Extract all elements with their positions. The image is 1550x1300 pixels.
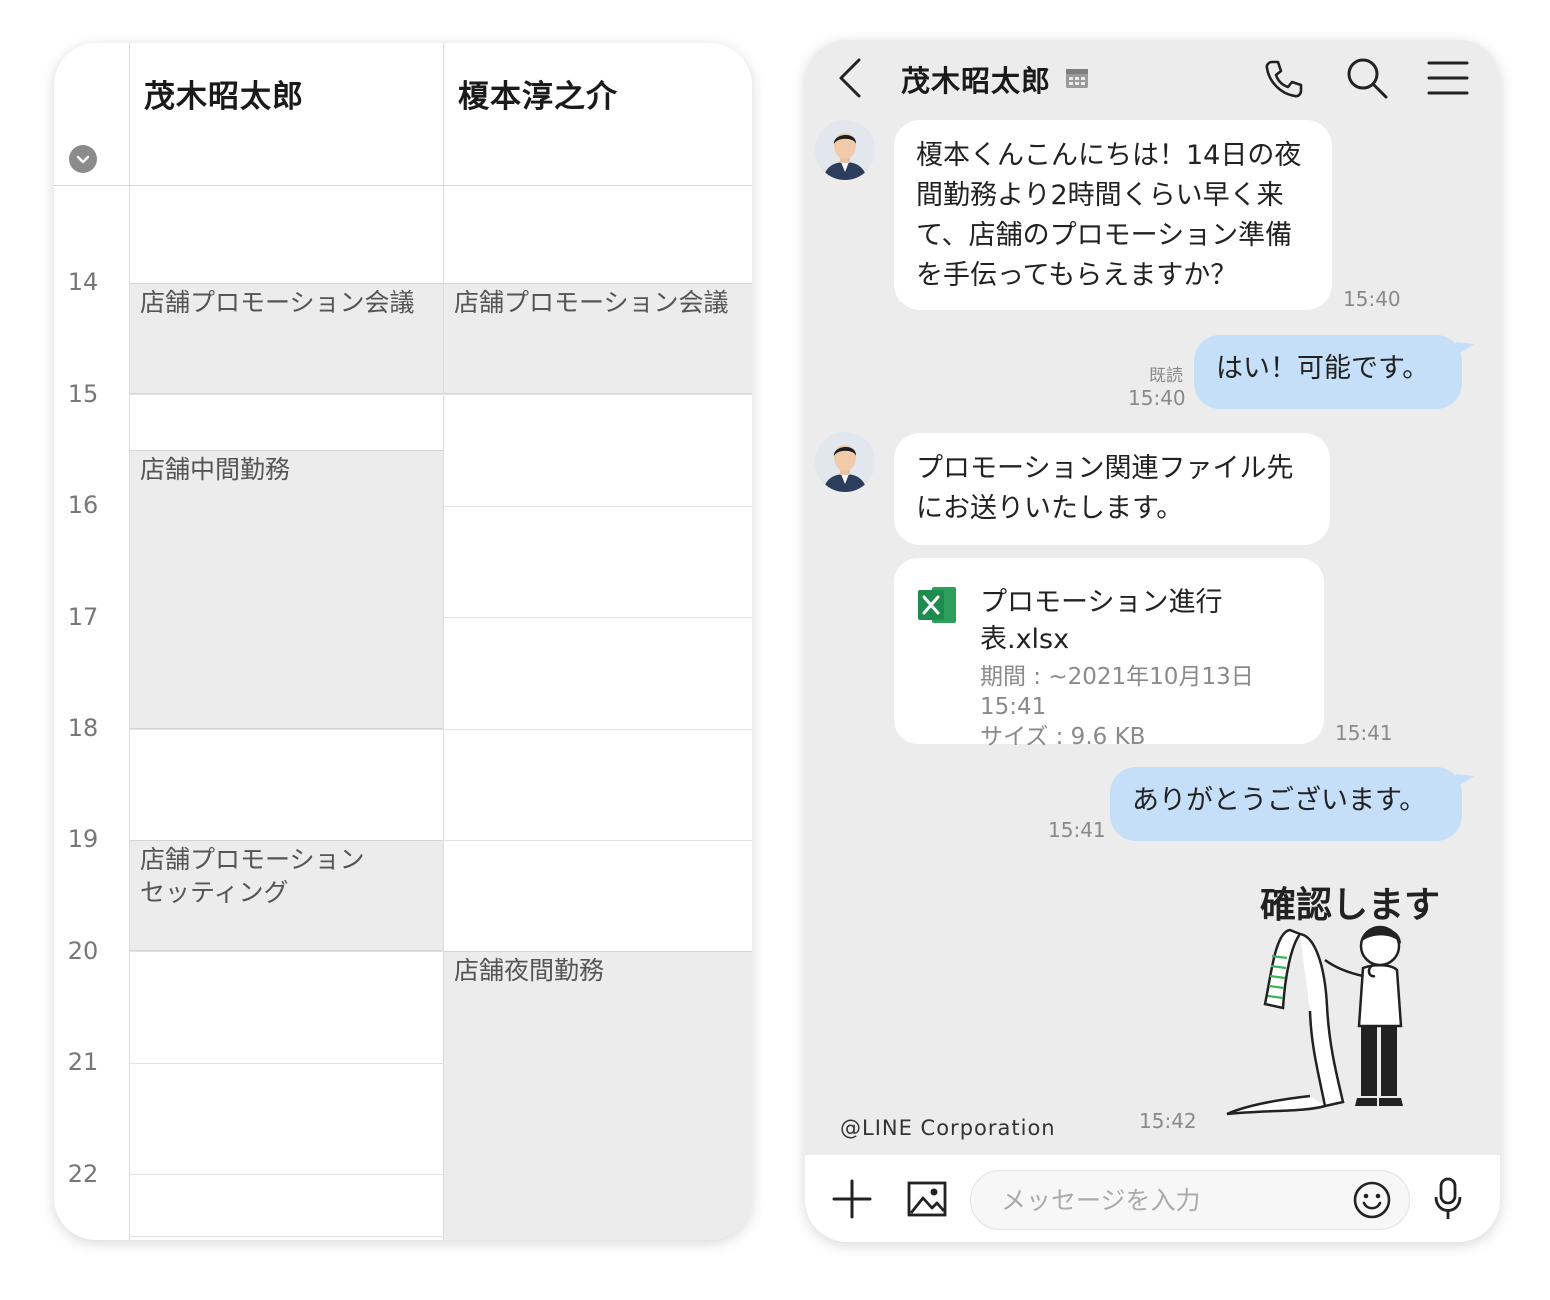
image-icon[interactable] (907, 1181, 947, 1221)
hour-label: 22 (67, 1160, 99, 1188)
schedule-panel: 茂木昭太郎 榎本淳之介 14 15 16 17 18 19 20 21 22 店… (54, 43, 752, 1240)
hour-label: 21 (67, 1048, 99, 1076)
hour-label: 20 (67, 937, 99, 965)
file-name: プロモーション進行表.xlsx (980, 587, 1223, 655)
event-block[interactable]: 店舗プロモーション会議 (444, 283, 752, 394)
file-meta: 期間 : ~2021年10月13日 15:41 サイズ : 9.6 KB (980, 662, 1324, 752)
message-input-bar (805, 1155, 1500, 1242)
bubble-tail-icon (1456, 342, 1474, 356)
message-bubble-incoming[interactable]: 榎本くんこんにちは！14日の夜間勤務より2時間くらい早く来て、店舗のプロモーショ… (894, 120, 1332, 310)
message-time: 15:40 (1128, 386, 1186, 410)
microphone-icon[interactable] (1433, 1177, 1463, 1225)
plus-icon[interactable] (832, 1179, 872, 1223)
menu-icon[interactable] (1427, 60, 1469, 100)
person-name-2: 榎本淳之介 (458, 79, 618, 115)
back-chevron-icon[interactable] (835, 56, 865, 104)
message-input[interactable] (970, 1170, 1410, 1230)
hour-label: 16 (67, 491, 99, 519)
copyright-text: @LINE Corporation (840, 1116, 1056, 1140)
event-block[interactable]: 店舗中間勤務 (130, 450, 443, 729)
message-bubble-outgoing[interactable]: ありがとうございます。 (1110, 767, 1462, 841)
read-receipt: 既読 (1149, 366, 1183, 386)
grid-line (129, 729, 752, 730)
file-period: 期間 : ~2021年10月13日 15:41 (980, 664, 1254, 720)
file-size: サイズ : 9.6 KB (980, 724, 1146, 750)
chat-title: 茂木昭太郎 (901, 64, 1052, 98)
message-time: 15:41 (1335, 721, 1393, 745)
collapse-chevron-icon[interactable] (69, 145, 97, 173)
message-bubble-outgoing[interactable]: はい！可能です。 (1194, 335, 1462, 409)
bubble-tail-icon (1456, 774, 1474, 788)
event-block[interactable]: 店舗プロモーション会議 (130, 283, 443, 394)
grid-line (129, 394, 752, 395)
chat-panel: 茂木昭太郎 榎本くんこんにちは！14日の夜間勤務より2時間くらい早く来て、店舗の… (805, 40, 1500, 1242)
excel-file-icon (918, 584, 958, 630)
hour-label: 19 (67, 825, 99, 853)
phone-icon[interactable] (1262, 58, 1304, 104)
event-block[interactable]: 店舗プロモーション セッティング (130, 840, 443, 951)
avatar[interactable] (815, 432, 875, 492)
header-divider (54, 185, 752, 186)
message-bubble-incoming[interactable]: プロモーション関連ファイル先にお送りいたします。 (894, 433, 1330, 545)
search-icon[interactable] (1345, 56, 1389, 104)
avatar[interactable] (815, 120, 875, 180)
calendar-icon (1065, 66, 1089, 94)
file-attachment-card[interactable]: プロモーション進行表.xlsx 期間 : ~2021年10月13日 15:41 … (894, 558, 1324, 750)
emoji-icon[interactable] (1353, 1181, 1391, 1223)
hour-label: 14 (67, 268, 99, 296)
hour-label: 15 (67, 380, 99, 408)
message-time: 15:42 (1139, 1109, 1197, 1133)
message-time: 15:40 (1343, 287, 1401, 311)
message-time: 15:41 (1048, 818, 1106, 842)
sticker-image[interactable] (1225, 916, 1425, 1120)
hour-label: 17 (67, 603, 99, 631)
hour-label: 18 (67, 714, 99, 742)
person-name-1: 茂木昭太郎 (144, 79, 304, 115)
event-block[interactable]: 店舗夜間勤務 (444, 951, 752, 1240)
